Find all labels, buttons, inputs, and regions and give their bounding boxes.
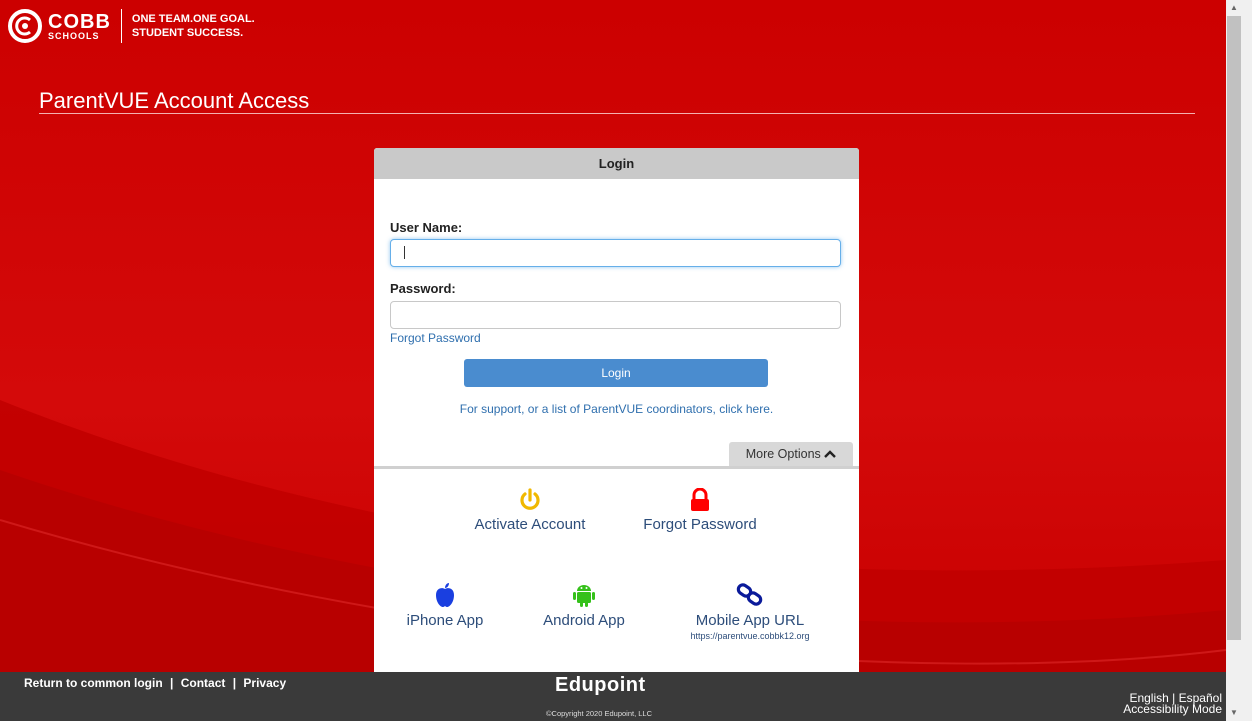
footer-separator: | — [232, 676, 237, 690]
footer-separator: | — [170, 676, 174, 690]
login-button[interactable]: Login — [464, 359, 768, 387]
forgot-password-option-label: Forgot Password — [643, 516, 757, 533]
android-icon — [524, 580, 644, 608]
footer-links: Return to common login | Contact | Priva… — [24, 676, 290, 690]
lock-icon — [630, 484, 770, 512]
accessibility-mode-link[interactable]: Accessibility Mode — [1123, 703, 1222, 715]
login-panel-header: Login — [374, 148, 859, 179]
more-options-label: More Options — [745, 447, 821, 461]
tagline-line-1: ONE TEAM.ONE GOAL. — [131, 13, 255, 25]
android-app-label: Android App — [543, 612, 625, 629]
iphone-app-option[interactable]: iPhone App — [390, 580, 500, 629]
footer: Return to common login | Contact | Priva… — [0, 672, 1226, 721]
cobb-logo: COBB SCHOOLS ONE TEAM.ONE GOAL. STUDENT … — [8, 9, 255, 43]
options-divider — [374, 466, 859, 469]
username-label: User Name: — [390, 220, 463, 235]
contact-link[interactable]: Contact — [181, 676, 226, 690]
password-label: Password: — [390, 281, 456, 296]
logo-divider — [120, 9, 122, 43]
scroll-down-arrow-icon[interactable]: ▼ — [1229, 708, 1239, 717]
login-panel: Login User Name: Password: Forgot Passwo… — [374, 148, 859, 672]
return-to-common-login-link[interactable]: Return to common login — [24, 676, 163, 690]
mobile-app-url-option[interactable]: Mobile App URL https://parentvue.cobbk12… — [660, 580, 840, 641]
support-link[interactable]: For support, or a list of ParentVUE coor… — [374, 402, 859, 416]
tagline-line-2: STUDENT SUCCESS. — [131, 27, 244, 39]
mobile-app-url-value: https://parentvue.cobbk12.org — [690, 631, 810, 641]
brand-name: COBB — [48, 10, 111, 33]
apple-icon — [390, 580, 500, 608]
chevron-up-icon — [824, 442, 837, 467]
scrollbar-thumb[interactable] — [1227, 16, 1241, 640]
privacy-link[interactable]: Privacy — [243, 676, 286, 690]
link-icon — [660, 580, 840, 608]
activate-account-label: Activate Account — [474, 516, 586, 533]
more-options-button[interactable]: More Options — [729, 442, 853, 467]
brand-sub: SCHOOLS — [48, 30, 100, 41]
language-links: English | Español Accessibility Mode — [1123, 692, 1222, 715]
cobb-logo-icon — [8, 9, 42, 43]
power-icon — [460, 484, 600, 512]
page-title: ParentVUE Account Access — [39, 88, 310, 113]
password-input[interactable] — [390, 301, 841, 329]
forgot-password-link[interactable]: Forgot Password — [390, 331, 481, 345]
copyright-text: ©Copyright 2020 Edupoint, LLC — [546, 709, 653, 718]
scroll-up-arrow-icon[interactable]: ▲ — [1229, 3, 1239, 12]
iphone-app-label: iPhone App — [406, 612, 484, 629]
username-input[interactable] — [390, 239, 841, 267]
text-caret — [404, 246, 405, 259]
edupoint-logo: Edupoint — [555, 674, 646, 696]
android-app-option[interactable]: Android App — [524, 580, 644, 629]
forgot-password-option[interactable]: Forgot Password — [630, 484, 770, 533]
title-divider — [39, 113, 1195, 114]
mobile-app-url-label: Mobile App URL — [695, 612, 805, 629]
activate-account-option[interactable]: Activate Account — [460, 484, 600, 533]
